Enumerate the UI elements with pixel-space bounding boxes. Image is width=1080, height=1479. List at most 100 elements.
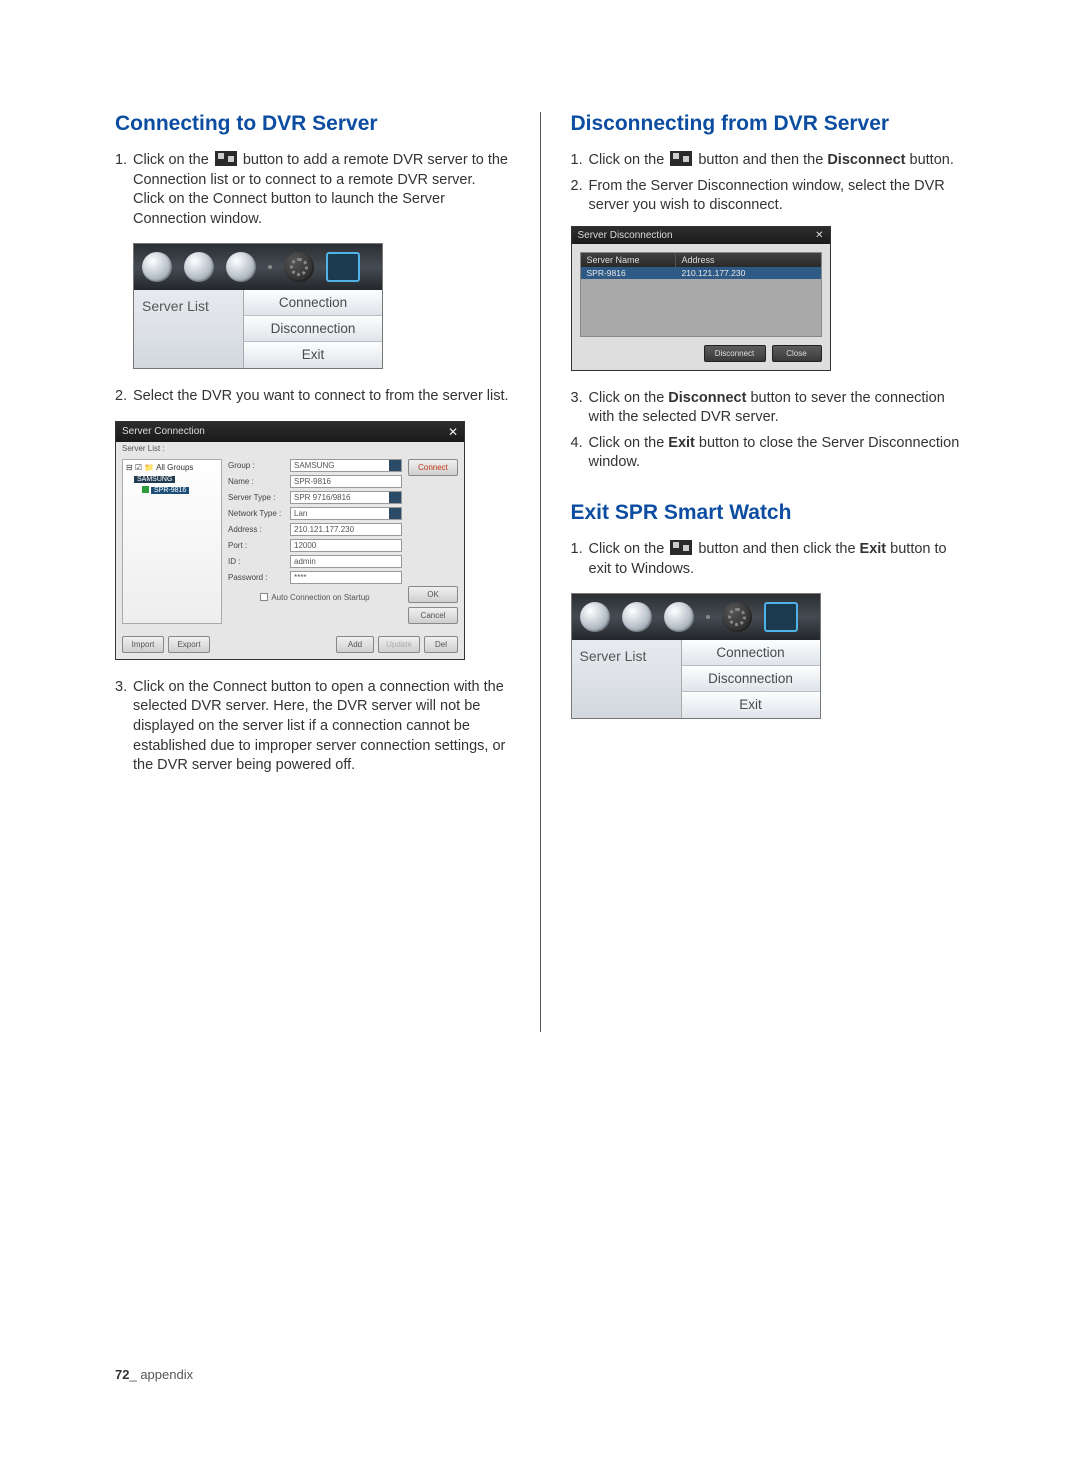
import-button[interactable]: Import	[122, 636, 164, 653]
right-step-4: 4. Click on the Exit button to close the…	[571, 434, 966, 473]
tree-server-selected[interactable]: SPR-9816	[142, 485, 218, 494]
figure-toolbar-menu: Server List Connection Disconnection Exi…	[133, 243, 383, 369]
gear-icon	[722, 602, 752, 632]
label-group: Group :	[228, 461, 286, 470]
server-tree[interactable]: ⊟ ☑ 📁 All Groups SAMSUNG SPR-9816	[122, 459, 222, 624]
menu-connection[interactable]: Connection	[682, 640, 820, 666]
label-name: Name :	[228, 477, 286, 486]
menu-exit[interactable]: Exit	[682, 692, 820, 718]
cancel-button[interactable]: Cancel	[408, 607, 458, 624]
update-button[interactable]: Update	[378, 636, 420, 653]
input-password[interactable]: ****	[290, 571, 402, 584]
network-icon	[215, 151, 237, 166]
input-address[interactable]: 210.121.177.230	[290, 523, 402, 536]
close-icon[interactable]: ✕	[815, 230, 823, 241]
menu-disconnection[interactable]: Disconnection	[244, 316, 382, 342]
add-button[interactable]: Add	[336, 636, 374, 653]
export-button[interactable]: Export	[168, 636, 210, 653]
table-header: Server Name Address	[581, 253, 821, 267]
tree-group[interactable]: SAMSUNG	[134, 476, 175, 483]
left-step-3: 3. Click on the Connect button to open a…	[115, 678, 510, 776]
toolbar-icons-row	[134, 244, 382, 290]
right-step-2: 2. From the Server Disconnection window,…	[571, 177, 966, 216]
globe-icon	[622, 602, 652, 632]
checkbox-icon[interactable]	[142, 486, 149, 493]
page-number: 72	[115, 1367, 129, 1382]
server-table: Server Name Address SPR-9816 210.121.177…	[580, 252, 822, 337]
dialog-titlebar: Server Disconnection ✕	[572, 227, 830, 244]
auto-connect-row[interactable]: Auto Connection on Startup	[228, 587, 402, 604]
heading-connecting: Connecting to DVR Server	[115, 112, 510, 136]
tool-icon	[664, 602, 694, 632]
section-label: appendix	[140, 1367, 193, 1382]
exit-step-1: 1. Click on the button and then click th…	[571, 540, 966, 579]
popup-menu: Connection Disconnection Exit	[682, 640, 820, 718]
input-name[interactable]: SPR-9816	[290, 475, 402, 488]
col-server-name: Server Name	[581, 253, 676, 267]
dialog-side-buttons: Connect OK Cancel	[408, 459, 458, 624]
tree-root[interactable]: ⊟ ☑ 📁 All Groups	[126, 463, 218, 472]
dialog-footer: Import Export Add Update Del	[116, 630, 464, 659]
checkbox-icon[interactable]	[260, 593, 268, 601]
step-text: Select the DVR you want to connect to fr…	[133, 387, 510, 407]
figure-toolbar-menu-2: Server List Connection Disconnection Exi…	[571, 593, 821, 719]
input-server-type[interactable]: SPR 9716/9816	[290, 491, 402, 504]
record-icon	[142, 252, 172, 282]
right-step-3: 3. Click on the Disconnect button to sev…	[571, 389, 966, 428]
figure-server-disconnection-dialog: Server Disconnection ✕ Server Name Addre…	[571, 226, 831, 371]
left-column: Connecting to DVR Server 1. Click on the…	[115, 112, 510, 1032]
table-row[interactable]: SPR-9816 210.121.177.230	[581, 267, 821, 279]
dialog-title: Server Connection	[122, 426, 205, 437]
left-step-1: 1. Click on the button to add a remote D…	[115, 151, 510, 229]
input-network-type[interactable]: Lan	[290, 507, 402, 520]
server-list-header: Server List :	[116, 442, 464, 453]
page-footer: 72_ appendix	[115, 1367, 193, 1382]
server-list-label: Server List	[134, 290, 244, 368]
tool-icon	[226, 252, 256, 282]
server-form: Group : SAMSUNG Name : SPR-9816 Server Typ…	[228, 459, 402, 624]
right-step-1: 1. Click on the button and then the Disc…	[571, 151, 966, 171]
gear-icon	[284, 252, 314, 282]
dialog-titlebar: Server Connection ✕	[116, 422, 464, 442]
toolbar-icons-row	[572, 594, 820, 640]
step-text: Click on the Connect button to open a co…	[133, 678, 510, 776]
label-port: Port :	[228, 541, 286, 550]
label-password: Password :	[228, 573, 286, 582]
globe-icon	[184, 252, 214, 282]
separator-dot-icon	[268, 265, 272, 269]
separator-dot-icon	[706, 615, 710, 619]
network-icon	[670, 540, 692, 555]
record-icon	[580, 602, 610, 632]
label-server-type: Server Type :	[228, 493, 286, 502]
connect-button[interactable]: Connect	[408, 459, 458, 476]
right-column: Disconnecting from DVR Server 1. Click o…	[540, 112, 966, 1032]
menu-exit[interactable]: Exit	[244, 342, 382, 368]
input-id[interactable]: admin	[290, 555, 402, 568]
network-icon	[670, 151, 692, 166]
network-panel-icon	[764, 602, 798, 632]
dialog-title: Server Disconnection	[578, 230, 673, 241]
label-network-type: Network Type :	[228, 509, 286, 518]
col-address: Address	[676, 253, 821, 267]
heading-disconnecting: Disconnecting from DVR Server	[571, 112, 966, 136]
network-panel-icon	[326, 252, 360, 282]
input-group[interactable]: SAMSUNG	[290, 459, 402, 472]
menu-connection[interactable]: Connection	[244, 290, 382, 316]
heading-exit: Exit SPR Smart Watch	[571, 501, 966, 525]
close-icon[interactable]: ✕	[448, 425, 458, 439]
del-button[interactable]: Del	[424, 636, 458, 653]
manual-page: Connecting to DVR Server 1. Click on the…	[115, 112, 965, 1382]
input-port[interactable]: 12000	[290, 539, 402, 552]
menu-disconnection[interactable]: Disconnection	[682, 666, 820, 692]
disconnect-button[interactable]: Disconnect	[704, 345, 766, 362]
label-address: Address :	[228, 525, 286, 534]
label-id: ID :	[228, 557, 286, 566]
server-list-label: Server List	[572, 640, 682, 718]
popup-menu: Connection Disconnection Exit	[244, 290, 382, 368]
step-text: From the Server Disconnection window, se…	[589, 177, 966, 216]
step-text: Click on the	[133, 152, 213, 168]
left-step-2: 2. Select the DVR you want to connect to…	[115, 387, 510, 407]
figure-server-connection-dialog: Server Connection ✕ Server List : ⊟ ☑ 📁 …	[115, 421, 465, 660]
ok-button[interactable]: OK	[408, 586, 458, 603]
close-button[interactable]: Close	[772, 345, 822, 362]
